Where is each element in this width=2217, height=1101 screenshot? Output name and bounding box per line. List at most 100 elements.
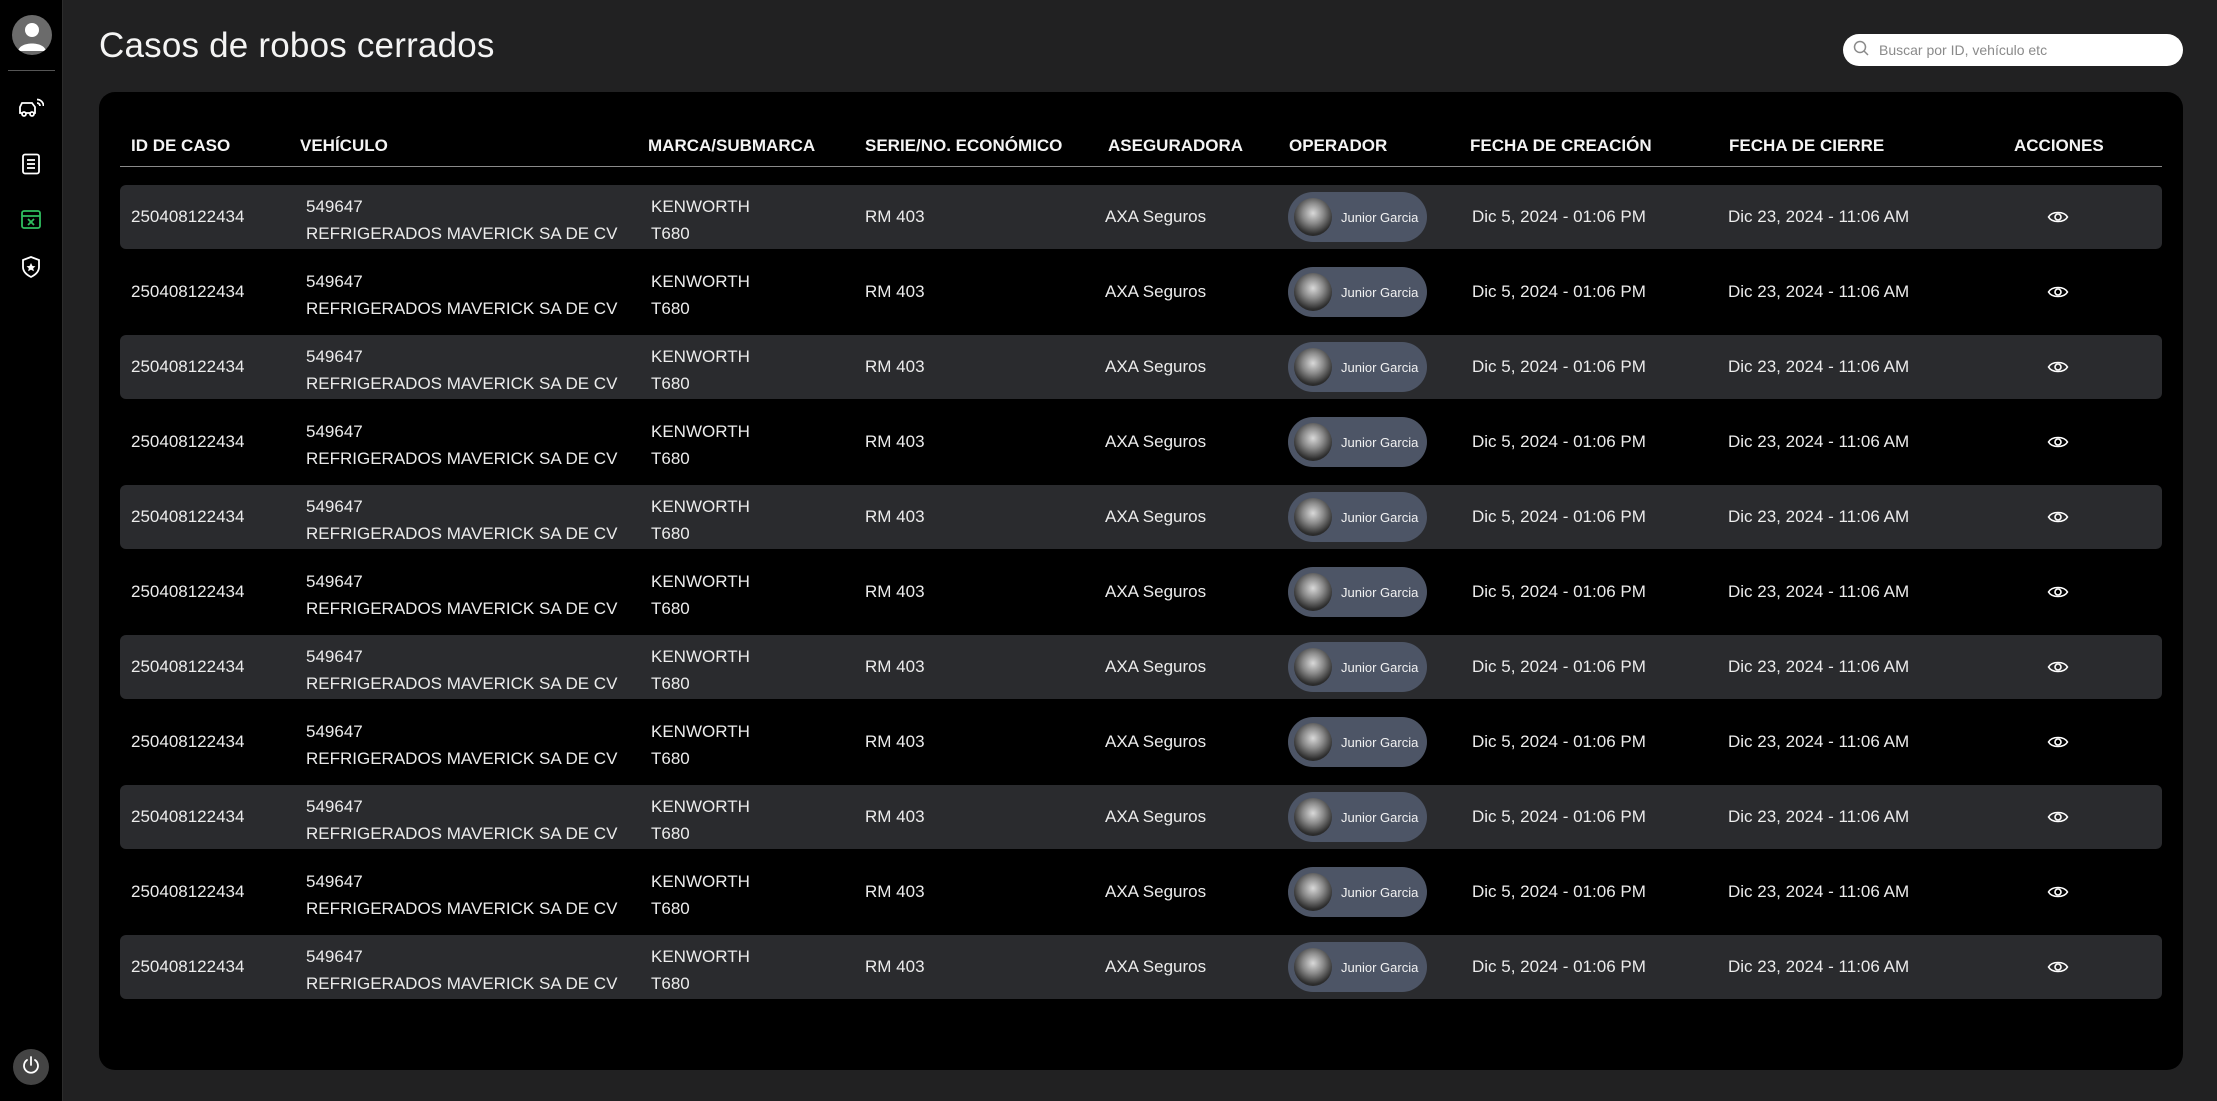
view-eye-icon[interactable] [2046,656,2070,678]
brand: KENWORTH [651,797,750,816]
operator-chip[interactable]: Junior Garcia [1288,717,1427,767]
table-row[interactable]: 250408122434 549647 REFRIGERADOS MAVERICK … [120,260,2162,324]
insurer: AXA Seguros [1105,582,1207,601]
view-eye-icon[interactable] [2046,731,2070,753]
operator-avatar [1294,948,1332,986]
operator-avatar [1294,873,1332,911]
closed-date: Dic 23, 2024 - 11:06 AM [1728,432,1910,451]
view-eye-icon[interactable] [2046,956,2070,978]
serial-number: RM 403 [865,432,925,451]
closed-case-icon[interactable] [18,206,44,232]
table-row[interactable]: 250408122434 549647 REFRIGERADOS MAVERICK … [120,635,2162,699]
truck-signal-icon[interactable] [18,96,44,122]
table-row[interactable]: 250408122434 549647 REFRIGERADOS MAVERICK … [120,860,2162,924]
vehicle-company: REFRIGERADOS MAVERICK SA DE CV [306,224,618,243]
vehicle-number: 549647 [306,272,363,291]
vehicle-number: 549647 [306,572,363,591]
brand: KENWORTH [651,422,750,441]
table-row[interactable]: 250408122434 549647 REFRIGERADOS MAVERICK … [120,560,2162,624]
document-list-icon[interactable] [18,151,44,177]
closed-date: Dic 23, 2024 - 11:06 AM [1728,507,1910,526]
table-row[interactable]: 250408122434 549647 REFRIGERADOS MAVERICK … [120,185,2162,249]
serial-number: RM 403 [865,582,925,601]
view-eye-icon[interactable] [2046,431,2070,453]
operator-avatar [1294,348,1332,386]
search-box[interactable] [1843,34,2183,66]
case-id: 250408122434 [131,582,245,601]
brand: KENWORTH [651,947,750,966]
vehicle-number: 549647 [306,422,363,441]
table-row[interactable]: 250408122434 549647 REFRIGERADOS MAVERICK … [120,335,2162,399]
operator-name: Junior Garcia [1341,659,1419,675]
power-button[interactable] [13,1049,49,1085]
vehicle-number: 549647 [306,647,363,666]
serial-number: RM 403 [865,207,925,226]
vehicle-company: REFRIGERADOS MAVERICK SA DE CV [306,599,618,618]
header-case-id[interactable]: ID DE CASO [131,126,230,166]
view-eye-icon[interactable] [2046,356,2070,378]
operator-chip[interactable]: Junior Garcia [1288,642,1427,692]
submodel: T680 [651,974,690,993]
brand: KENWORTH [651,347,750,366]
header-insurer[interactable]: ASEGURADORA [1108,126,1243,166]
submodel: T680 [651,824,690,843]
vehicle-number: 549647 [306,872,363,891]
view-eye-icon[interactable] [2046,806,2070,828]
table-row[interactable]: 250408122434 549647 REFRIGERADOS MAVERICK … [120,710,2162,774]
vehicle-cell: 549647 REFRIGERADOS MAVERICK SA DE CV [306,343,617,397]
operator-chip[interactable]: Junior Garcia [1288,342,1427,392]
view-eye-icon[interactable] [2046,881,2070,903]
vehicle-company: REFRIGERADOS MAVERICK SA DE CV [306,824,618,843]
submodel: T680 [651,224,690,243]
operator-chip[interactable]: Junior Garcia [1288,417,1427,467]
operator-chip[interactable]: Junior Garcia [1288,492,1427,542]
vehicle-number: 549647 [306,797,363,816]
table-row[interactable]: 250408122434 549647 REFRIGERADOS MAVERICK … [120,935,2162,999]
submodel: T680 [651,449,690,468]
view-eye-icon[interactable] [2046,581,2070,603]
operator-name: Junior Garcia [1341,734,1419,750]
operator-chip[interactable]: Junior Garcia [1288,867,1427,917]
view-eye-icon[interactable] [2046,206,2070,228]
table-row[interactable]: 250408122434 549647 REFRIGERADOS MAVERICK … [120,785,2162,849]
view-eye-icon[interactable] [2046,506,2070,528]
submodel: T680 [651,749,690,768]
case-id: 250408122434 [131,957,245,976]
case-id: 250408122434 [131,807,245,826]
insurer: AXA Seguros [1105,357,1207,376]
operator-chip[interactable]: Junior Garcia [1288,792,1427,842]
table-row[interactable]: 250408122434 549647 REFRIGERADOS MAVERICK … [120,410,2162,474]
vehicle-company: REFRIGERADOS MAVERICK SA DE CV [306,899,618,918]
vehicle-number: 549647 [306,197,363,216]
closed-date: Dic 23, 2024 - 11:06 AM [1728,582,1910,601]
brand-cell: KENWORTH T680 [651,343,750,397]
created-date: Dic 5, 2024 - 01:06 PM [1472,282,1646,301]
header-brand[interactable]: MARCA/SUBMARCA [648,126,815,166]
table-row[interactable]: 250408122434 549647 REFRIGERADOS MAVERICK … [120,485,2162,549]
vehicle-company: REFRIGERADOS MAVERICK SA DE CV [306,524,618,543]
header-created-date[interactable]: FECHA DE CREACIÓN [1470,126,1652,166]
operator-chip[interactable]: Junior Garcia [1288,942,1427,992]
header-serial[interactable]: SERIE/NO. ECONÓMICO [865,126,1062,166]
operator-chip[interactable]: Junior Garcia [1288,567,1427,617]
header-vehicle[interactable]: VEHÍCULO [300,126,388,166]
user-avatar-icon[interactable] [12,15,52,55]
view-eye-icon[interactable] [2046,281,2070,303]
closed-date: Dic 23, 2024 - 11:06 AM [1728,357,1910,376]
operator-chip[interactable]: Junior Garcia [1288,267,1427,317]
vehicle-cell: 549647 REFRIGERADOS MAVERICK SA DE CV [306,643,617,697]
shield-badge-icon[interactable] [18,254,44,280]
operator-avatar [1294,723,1332,761]
vehicle-cell: 549647 REFRIGERADOS MAVERICK SA DE CV [306,193,617,247]
closed-date: Dic 23, 2024 - 11:06 AM [1728,657,1910,676]
header-operator[interactable]: OPERADOR [1289,126,1387,166]
operator-name: Junior Garcia [1341,209,1419,225]
header-closed-date[interactable]: FECHA DE CIERRE [1729,126,1884,166]
case-id: 250408122434 [131,507,245,526]
brand: KENWORTH [651,722,750,741]
search-input[interactable] [1877,41,2171,59]
operator-chip[interactable]: Junior Garcia [1288,192,1427,242]
created-date: Dic 5, 2024 - 01:06 PM [1472,207,1646,226]
operator-name: Junior Garcia [1341,509,1419,525]
operator-avatar [1294,273,1332,311]
